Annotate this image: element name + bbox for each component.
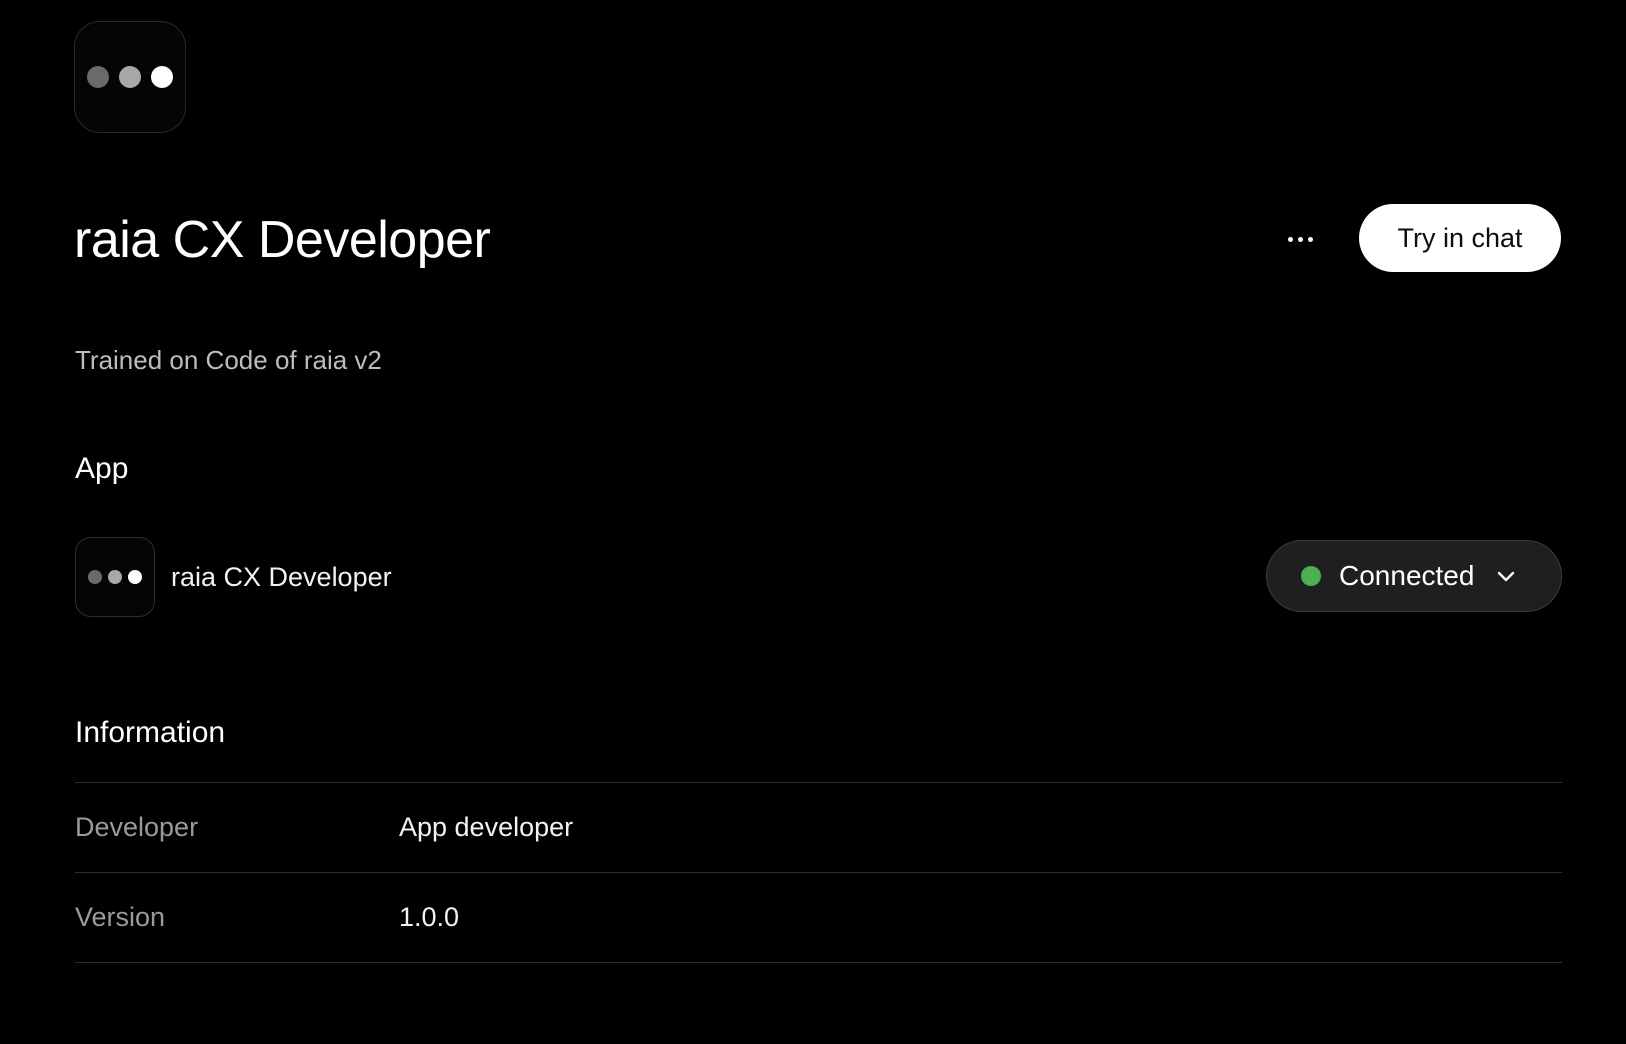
ellipsis-icon-dot xyxy=(1287,236,1293,242)
more-options-button[interactable] xyxy=(1274,216,1326,262)
status-indicator-icon xyxy=(1301,566,1321,586)
information-section-heading: Information xyxy=(75,716,226,749)
info-row-developer: Developer App developer xyxy=(75,783,1562,873)
ellipsis-icon-dot xyxy=(1307,236,1313,242)
connection-status-dropdown[interactable]: Connected xyxy=(1266,540,1562,612)
chevron-down-icon xyxy=(1498,571,1515,582)
app-icon-dot xyxy=(128,570,142,584)
info-label: Version xyxy=(75,902,166,932)
app-icon-dot xyxy=(108,570,122,584)
app-icon xyxy=(75,537,155,617)
app-description: Trained on Code of raia v2 xyxy=(75,345,382,375)
info-value: 1.0.0 xyxy=(399,902,460,932)
app-name: raia CX Developer xyxy=(171,562,392,592)
info-value: App developer xyxy=(399,812,574,842)
ellipsis-icon-dot xyxy=(1297,236,1303,242)
info-label: Developer xyxy=(75,812,199,842)
information-table: Developer App developer Version 1.0.0 xyxy=(75,782,1562,963)
app-detail-page: raia CX Developer Try in chat Trained on… xyxy=(0,0,1626,1044)
connection-status-label: Connected xyxy=(1339,560,1475,591)
logo-dot xyxy=(119,66,141,88)
app-logo-icon xyxy=(74,21,186,133)
logo-dot xyxy=(87,66,109,88)
app-section-heading: App xyxy=(75,452,129,485)
try-in-chat-button[interactable]: Try in chat xyxy=(1359,204,1561,272)
info-row-version: Version 1.0.0 xyxy=(75,873,1562,963)
app-icon-dot xyxy=(88,570,102,584)
logo-dot xyxy=(151,66,173,88)
app-list-item: raia CX Developer Connected xyxy=(75,537,1562,617)
page-title: raia CX Developer xyxy=(74,211,491,269)
